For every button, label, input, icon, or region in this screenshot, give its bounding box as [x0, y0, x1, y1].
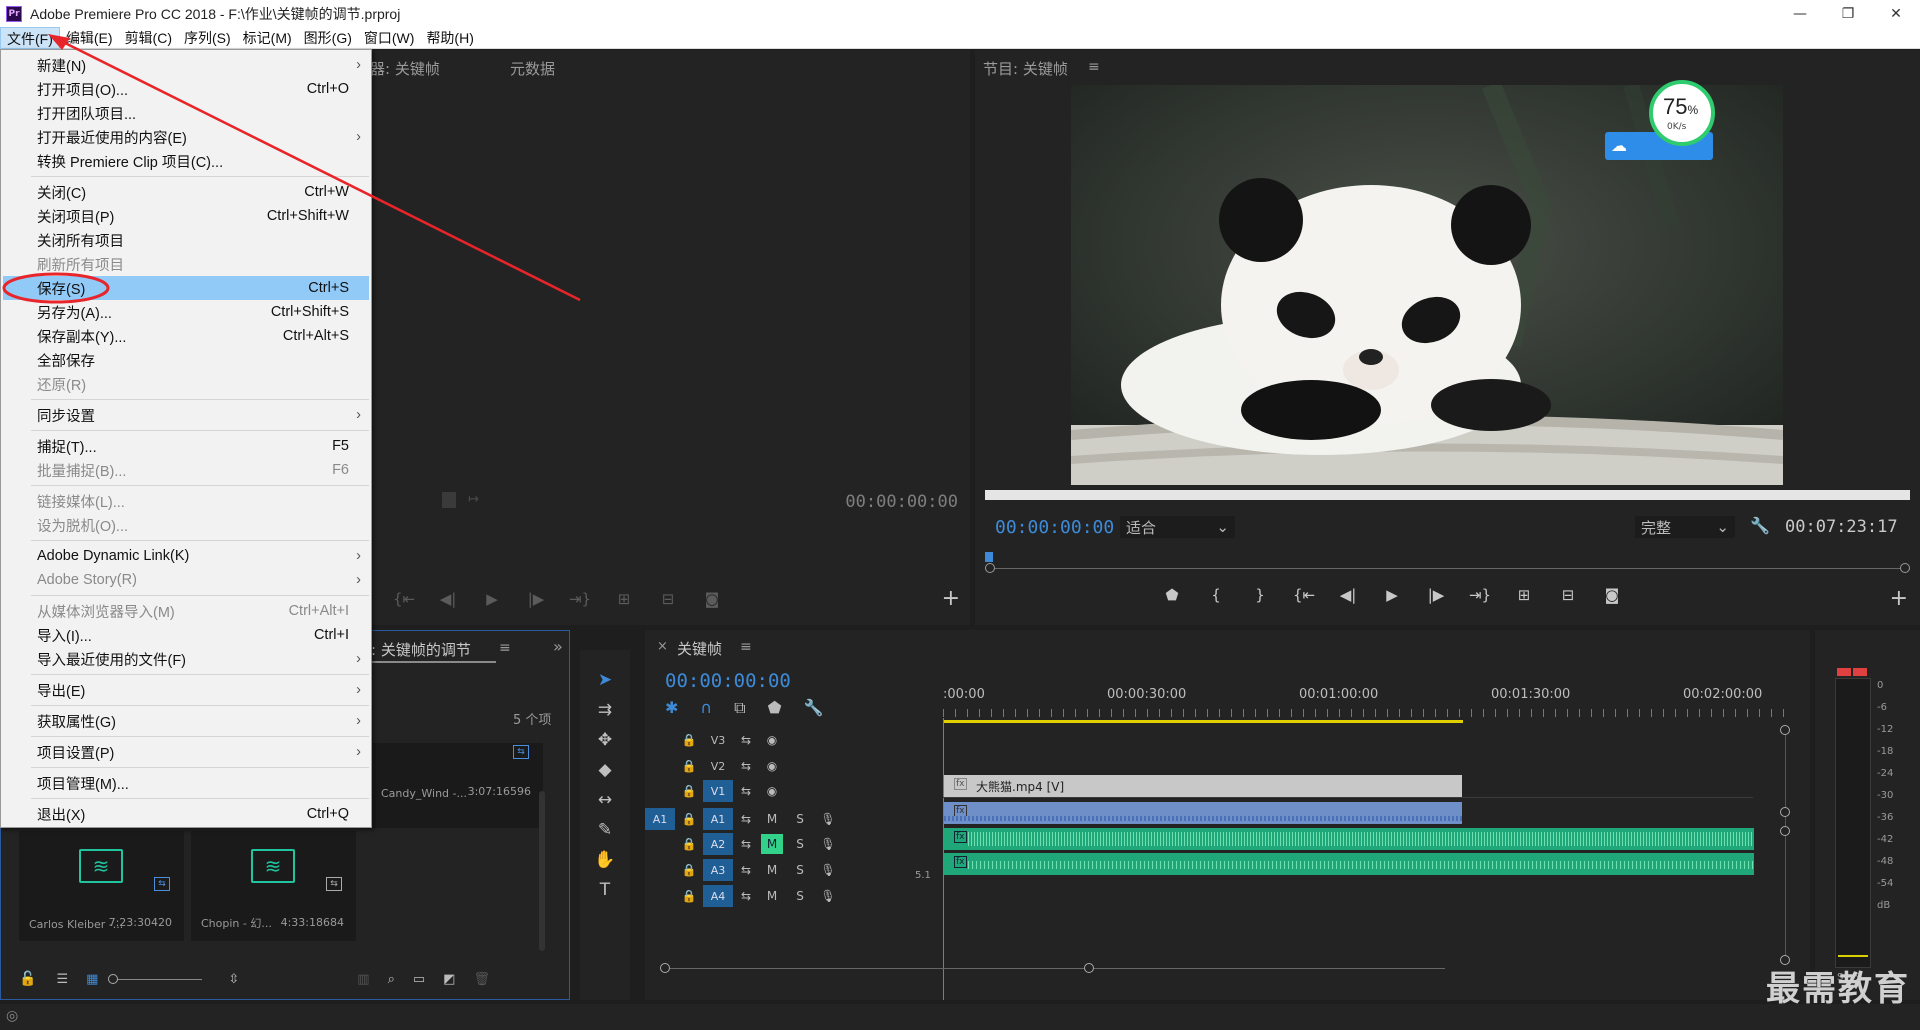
annotation-overlay [2, 34, 581, 304]
annotation-circle [2, 272, 110, 304]
premiere-window: Pr Adobe Premiere Pro CC 2018 - F:\作业\关键… [0, 0, 1920, 1030]
watermark: 最需教育 [1766, 969, 1910, 1009]
arrow-head-icon [48, 34, 70, 50]
annotation-arrow [54, 36, 581, 302]
